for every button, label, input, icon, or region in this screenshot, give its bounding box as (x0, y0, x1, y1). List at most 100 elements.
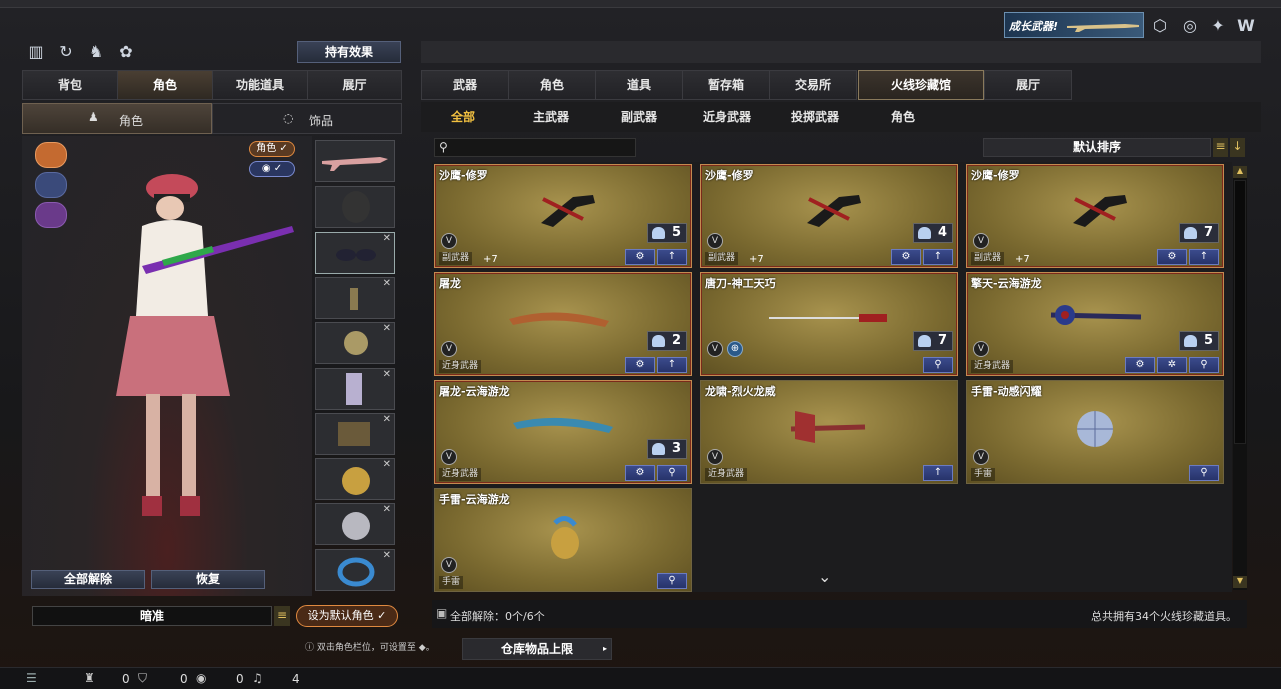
tab-items[interactable]: 道具 (595, 70, 683, 100)
remove-icon[interactable]: ✕ (383, 278, 391, 289)
remove-icon[interactable]: ✕ (383, 414, 391, 425)
team-icon[interactable]: ♜ (84, 671, 95, 685)
item-card[interactable]: 沙鹰-修罗 V 副武器 +7 5 ⚙ ↑ (434, 164, 692, 268)
wing-badge-icon[interactable]: W (1236, 16, 1256, 36)
inspect-button[interactable]: ⚲ (1189, 465, 1219, 481)
slot-ammo[interactable]: ✕ (315, 413, 395, 455)
subtab-melee[interactable]: 近身武器 (690, 102, 764, 132)
item-card[interactable]: 屠龙 V 近身武器 2 ⚙ ↑ (434, 272, 692, 376)
pose-icon[interactable]: ♞ (86, 42, 106, 62)
tab-weapons[interactable]: 武器 (421, 70, 509, 100)
inspect-button[interactable]: ⚲ (923, 357, 953, 373)
item-card[interactable]: 龙啸-烈火龙威 V 近身武器 ↑ (700, 380, 958, 484)
inspect-button[interactable]: ⚲ (657, 465, 687, 481)
slot-card[interactable]: ✕ (315, 368, 395, 410)
hold-effect-button[interactable]: 持有效果 (297, 41, 401, 63)
arrow-up-button[interactable]: ↑ (657, 357, 687, 373)
set-default-button[interactable]: 设为默认角色 ✓ (296, 605, 398, 627)
inspect-button[interactable]: ⚲ (1189, 357, 1219, 373)
upgrade-button[interactable]: ⚙ (625, 357, 655, 373)
upgrade-button[interactable]: ⚙ (891, 249, 921, 265)
subtab-secondary[interactable]: 副武器 (602, 102, 676, 132)
tab-exchange[interactable]: 交易所 (769, 70, 857, 100)
arrow-up-button[interactable]: ↑ (923, 249, 953, 265)
char-icon-2[interactable] (35, 172, 67, 198)
item-card[interactable]: 擎天-云海游龙 V 近身武器 5 ⚙ ✲ ⚲ (966, 272, 1224, 376)
subtab-role[interactable]: ♟ 角色 (22, 103, 212, 134)
pet-icon[interactable]: ✿ (116, 42, 136, 62)
slot-silver-dragon[interactable]: ✕ (315, 503, 395, 545)
shield-icon[interactable]: ⛉ (138, 671, 147, 686)
list-icon[interactable]: ≡ (274, 606, 290, 626)
arrow-up-button[interactable]: ↑ (923, 465, 953, 481)
sort-dropdown[interactable]: 默认排序 (983, 138, 1211, 157)
upgrade-button[interactable]: ⚙ (625, 249, 655, 265)
target-badge-icon[interactable]: ◎ (1180, 16, 1200, 36)
menu-icon[interactable]: ☰ (26, 671, 37, 685)
tab-storage[interactable]: 暂存箱 (682, 70, 770, 100)
inspect-button[interactable]: ⚲ (657, 573, 687, 589)
rotate-icon[interactable]: ↻ (56, 42, 76, 62)
shield-badge-icon[interactable]: ⬡ (1150, 16, 1170, 36)
speaker-icon[interactable]: ♫ (252, 671, 263, 685)
scrollbar[interactable]: ▲ ▼ (1233, 166, 1247, 590)
remove-icon[interactable]: ✕ (383, 323, 391, 334)
slot-goggles[interactable]: ✕ (315, 232, 395, 274)
tab-showroom-left[interactable]: 展厅 (307, 70, 402, 100)
remove-icon[interactable]: ✕ (383, 504, 391, 515)
remove-icon[interactable]: ✕ (383, 459, 391, 470)
sword-badge-icon[interactable]: ✦ (1208, 16, 1228, 36)
slot-gold-dragon[interactable]: ✕ (315, 458, 395, 500)
char-name-field[interactable]: 暗准 (32, 606, 272, 626)
arrow-up-button[interactable]: ↑ (1189, 249, 1219, 265)
release-all-button[interactable]: 全部解除 (31, 570, 145, 589)
tab-function-items[interactable]: 功能道具 (212, 70, 308, 100)
tab-showroom[interactable]: 展厅 (984, 70, 1072, 100)
subtab-primary[interactable]: 主武器 (514, 102, 588, 132)
item-card[interactable]: 手雷-动感闪耀 V 手雷 ⚲ (966, 380, 1224, 484)
subtab-all[interactable]: 全部 (430, 102, 496, 132)
item-card[interactable]: 唐刀-神工天巧 V ⊕ 7 ⚲ (700, 272, 958, 376)
sort-list-icon[interactable]: ≡ (1213, 138, 1228, 157)
slot-emblem[interactable]: ✕ (315, 322, 395, 364)
tab-roles[interactable]: 角色 (508, 70, 596, 100)
arrow-up-button[interactable]: ↑ (657, 249, 687, 265)
scroll-thumb[interactable] (1234, 180, 1246, 444)
settings-button[interactable]: ✲ (1157, 357, 1187, 373)
upgrade-button[interactable]: ⚙ (1125, 357, 1155, 373)
item-card[interactable]: 沙鹰-修罗 V 副武器 +7 4 ⚙ ↑ (700, 164, 958, 268)
tab-role[interactable]: 角色 (117, 70, 213, 100)
restore-button[interactable]: 恢复 (151, 570, 265, 589)
remove-icon[interactable]: ✕ (383, 550, 391, 561)
slot-pendant[interactable]: ✕ (315, 277, 395, 319)
scroll-down-icon[interactable]: ⌄ (818, 567, 831, 586)
remove-icon[interactable]: ✕ (383, 233, 391, 244)
visibility-toggle[interactable]: ◉ ✓ (249, 161, 295, 177)
char-icon-1[interactable] (35, 142, 67, 168)
item-card[interactable]: 屠龙-云海游龙 V 近身武器 3 ⚙ ⚲ (434, 380, 692, 484)
growth-weapon-banner[interactable]: 成长武器! (1004, 12, 1144, 38)
slot-rifle[interactable] (315, 140, 395, 182)
subtab-char[interactable]: 角色 (866, 102, 940, 132)
subtab-throwing[interactable]: 投掷武器 (778, 102, 852, 132)
storage-limit-button[interactable]: 仓库物品上限 ▸ (462, 638, 612, 660)
scroll-up-arrow[interactable]: ▲ (1233, 166, 1247, 178)
char-icon-3[interactable] (35, 202, 67, 228)
stats-icon[interactable]: ▥ (26, 42, 46, 62)
upgrade-button[interactable]: ⚙ (1157, 249, 1187, 265)
chat-icon[interactable]: ◉ (196, 671, 206, 685)
subtab-accessory[interactable]: ◌ 饰品 (212, 103, 402, 134)
upgrade-button[interactable]: ⚙ (625, 465, 655, 481)
search-field[interactable]: ⚲ (434, 138, 636, 157)
character-preview[interactable]: 角色 ✓ ◉ ✓ (22, 136, 312, 596)
item-card[interactable]: 沙鹰-修罗 V 副武器 +7 7 ⚙ ↑ (966, 164, 1224, 268)
scroll-down-arrow[interactable]: ▼ (1233, 576, 1247, 588)
slot-silhouette[interactable] (315, 186, 395, 228)
slot-ring[interactable]: ✕ (315, 549, 395, 591)
tab-collection[interactable]: 火线珍藏馆 (858, 70, 984, 100)
tab-bag[interactable]: 背包 (22, 70, 118, 100)
remove-icon[interactable]: ✕ (383, 369, 391, 380)
role-toggle[interactable]: 角色 ✓ (249, 141, 295, 157)
item-card[interactable]: 手雷-云海游龙 V 手雷 ⚲ (434, 488, 692, 592)
sort-direction-icon[interactable]: ↓ (1230, 138, 1245, 157)
